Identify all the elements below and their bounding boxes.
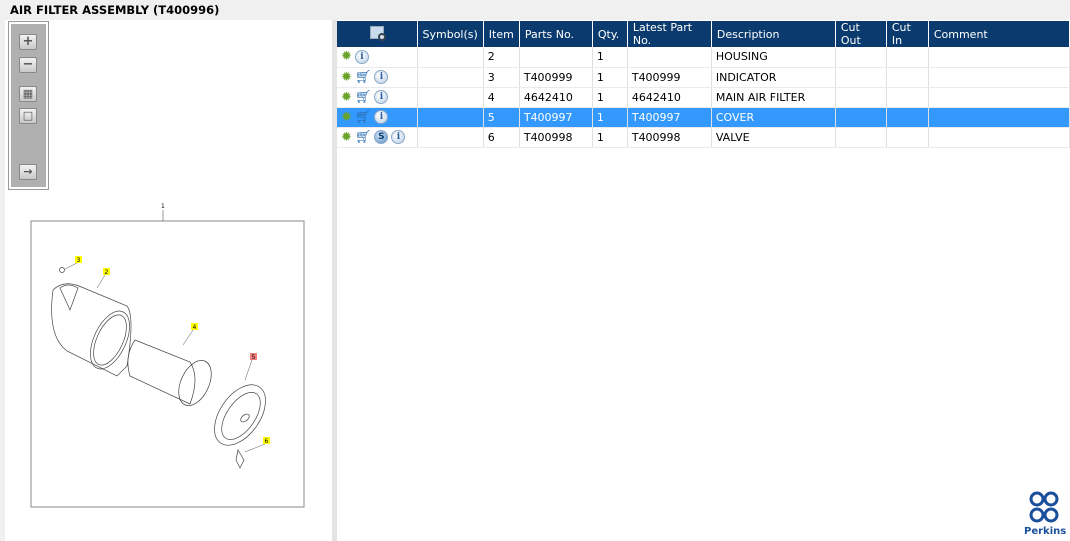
cell-cutin — [886, 87, 929, 108]
info-icon[interactable]: i — [391, 130, 406, 144]
cart-icon[interactable]: 🛒︎ — [355, 70, 372, 85]
cell-qty: 1 — [592, 87, 628, 108]
callout-4[interactable]: 4 — [193, 324, 197, 331]
cell-cutout — [835, 87, 887, 108]
col-parts-no[interactable]: Parts No. — [519, 21, 593, 47]
gear-icon[interactable]: ✹ — [341, 130, 352, 145]
cell-latest: 4642410 — [627, 87, 712, 108]
cell-cutout — [835, 107, 887, 128]
exploded-diagram[interactable]: 1 3 2 4 5 6 — [5, 20, 332, 541]
callout-5[interactable]: 5 — [252, 354, 256, 361]
callout-2[interactable]: 2 — [105, 269, 109, 276]
cell-comment — [928, 127, 1070, 148]
cell-part: T400997 — [519, 107, 593, 128]
cart-icon[interactable]: 🛒︎ — [355, 130, 372, 145]
callout-3[interactable]: 3 — [77, 257, 81, 264]
cell-symbols — [417, 127, 484, 148]
cell-cutout — [835, 67, 887, 88]
table-row[interactable]: ✹ i 2 1 HOUSING — [337, 47, 1070, 68]
cart-icon[interactable]: 🛒︎ — [355, 110, 372, 125]
cell-latest: T400998 — [627, 127, 712, 148]
cell-cutin — [886, 127, 929, 148]
cell-qty: 1 — [592, 107, 628, 128]
gear-icon[interactable]: ✹ — [341, 70, 352, 85]
col-cut-out[interactable]: Cut Out — [835, 21, 887, 47]
table-row[interactable]: ✹ 🛒︎ Si 6 T400998 1 T400998 VALVE — [337, 127, 1070, 148]
cell-desc: MAIN AIR FILTER — [711, 87, 836, 108]
info-icon[interactable]: i — [374, 70, 389, 84]
cell-symbols — [417, 47, 484, 68]
cell-qty: 1 — [592, 67, 628, 88]
service-icon[interactable]: S — [374, 130, 389, 144]
cell-desc: HOUSING — [711, 47, 836, 68]
cell-latest — [627, 47, 712, 68]
diagram-panel: + − ▦ □ → 1 3 2 4 5 6 — [5, 20, 332, 541]
col-comment[interactable]: Comment — [928, 21, 1070, 47]
cell-part — [519, 47, 593, 68]
table-row[interactable]: ✹ 🛒︎ i 5 T400997 1 T400997 COVER — [337, 107, 1070, 128]
cell-symbols — [417, 107, 484, 128]
cell-qty: 1 — [592, 127, 628, 148]
cell-latest: T400997 — [627, 107, 712, 128]
info-icon[interactable]: i — [374, 90, 389, 104]
cell-item: 2 — [483, 47, 520, 68]
cell-qty: 1 — [592, 47, 628, 68]
info-icon[interactable]: i — [354, 49, 369, 64]
gear-icon[interactable]: ✹ — [341, 110, 352, 125]
col-latest-part-no[interactable]: Latest Part No. — [627, 21, 712, 47]
perkins-logo: Perkins — [1024, 491, 1067, 537]
callout-6[interactable]: 6 — [265, 438, 269, 445]
col-symbols[interactable]: Symbol(s) — [417, 21, 484, 47]
col-cut-in[interactable]: Cut In — [886, 21, 929, 47]
cell-cutout — [835, 127, 887, 148]
cell-desc: INDICATOR — [711, 67, 836, 88]
cell-latest: T400999 — [627, 67, 712, 88]
callout-1[interactable]: 1 — [161, 203, 165, 210]
cell-part: T400998 — [519, 127, 593, 148]
cell-cutout — [835, 47, 887, 68]
cell-item: 6 — [483, 127, 520, 148]
col-item[interactable]: Item — [483, 21, 520, 47]
row-actions: ✹ 🛒︎ i — [337, 107, 418, 128]
gear-icon[interactable]: ✹ — [341, 49, 352, 64]
cell-item: 4 — [483, 87, 520, 108]
parts-list-panel: Symbol(s) Item Parts No. Qty. Latest Par… — [337, 20, 1070, 541]
page-title: AIR FILTER ASSEMBLY (T400996) — [10, 3, 220, 17]
logo-text: Perkins — [1024, 526, 1067, 537]
col-description[interactable]: Description — [711, 21, 836, 47]
parts-table: Symbol(s) Item Parts No. Qty. Latest Par… — [337, 21, 1070, 148]
cell-symbols — [417, 87, 484, 108]
cell-comment — [928, 47, 1070, 68]
row-actions: ✹ i — [337, 47, 418, 68]
magnifier-icon[interactable] — [369, 26, 386, 41]
row-actions: ✹ 🛒︎ Si — [337, 127, 418, 148]
cart-icon[interactable]: 🛒︎ — [355, 90, 372, 105]
cell-comment — [928, 87, 1070, 108]
table-row[interactable]: ✹ 🛒︎ i 4 4642410 1 4642410 MAIN AIR FILTER — [337, 87, 1070, 108]
search-column-header[interactable] — [337, 21, 418, 47]
cell-cutin — [886, 67, 929, 88]
cell-symbols — [417, 67, 484, 88]
cell-item: 5 — [483, 107, 520, 128]
cell-desc: VALVE — [711, 127, 836, 148]
row-actions: ✹ 🛒︎ i — [337, 67, 418, 88]
row-actions: ✹ 🛒︎ i — [337, 87, 418, 108]
cell-comment — [928, 67, 1070, 88]
cell-comment — [928, 107, 1070, 128]
cell-cutin — [886, 107, 929, 128]
cell-cutin — [886, 47, 929, 68]
col-qty[interactable]: Qty. — [592, 21, 628, 47]
cell-part: T400999 — [519, 67, 593, 88]
info-icon[interactable]: i — [374, 110, 389, 124]
table-row[interactable]: ✹ 🛒︎ i 3 T400999 1 T400999 INDICATOR — [337, 67, 1070, 88]
cell-desc: COVER — [711, 107, 836, 128]
cell-item: 3 — [483, 67, 520, 88]
cell-part: 4642410 — [519, 87, 593, 108]
gear-icon[interactable]: ✹ — [341, 90, 352, 105]
